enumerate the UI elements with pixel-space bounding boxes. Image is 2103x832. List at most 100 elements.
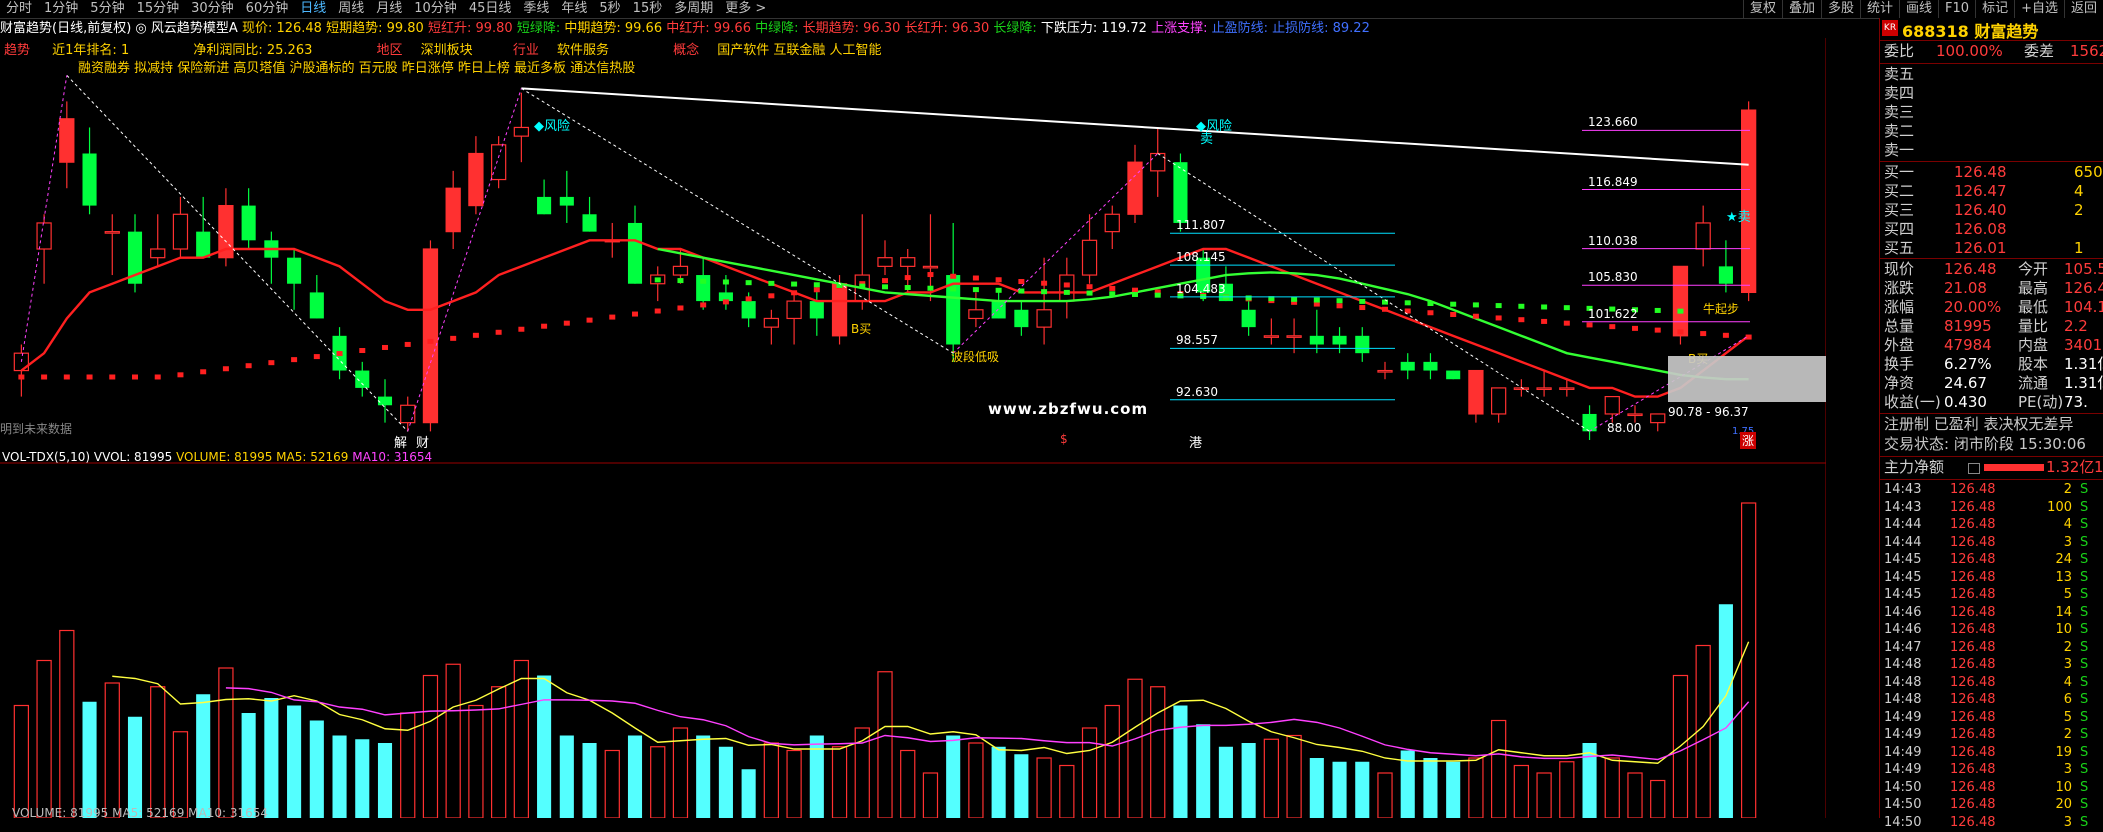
tab-timeframe[interactable]: 5秒 <box>593 0 626 18</box>
kline-chart[interactable]: 130.0125.0120.0115.0110.0105.0100.095.09… <box>0 18 1826 818</box>
short-red-label: 短红升: 99.80 <box>427 21 513 36</box>
sell-level: 卖二 <box>1884 122 1915 140</box>
tab-timeframe[interactable]: 45日线 <box>463 0 518 18</box>
tab-timeframe[interactable]: 月线 <box>370 0 408 18</box>
toolbar-button[interactable]: 统计 <box>1860 0 1899 18</box>
support-dot <box>1359 305 1366 311</box>
buy-volume: 1 <box>2074 239 2084 257</box>
tick-time: 14:49 <box>1884 744 1922 760</box>
toolbar-button[interactable]: 叠加 <box>1781 0 1821 18</box>
tick-side: S <box>2080 587 2089 602</box>
main-flow-value: 1.32亿 <box>2046 458 2095 476</box>
tab-timeframe[interactable]: 周线 <box>332 0 370 18</box>
tab-timeframe[interactable]: 多周期 <box>668 0 719 18</box>
tick-volume: 14 <box>2055 604 2072 620</box>
resistance-dot <box>700 278 707 284</box>
stat-label: 内盘 <box>2018 336 2049 354</box>
tab-timeframe[interactable]: 季线 <box>517 0 555 18</box>
support-dot <box>609 314 616 320</box>
zhang-mark: 涨 <box>1740 432 1757 449</box>
tab-timeframe[interactable]: 15秒 <box>627 0 669 18</box>
tick-volume: 19 <box>2055 744 2072 760</box>
divider <box>1880 40 2103 41</box>
main-label: 财富趋势(日线,前复权) <box>0 21 132 36</box>
tab-timeframe[interactable]: 15分钟 <box>131 0 186 18</box>
main-flow-row[interactable]: 主力净额 1.32亿 14 <box>1884 458 2103 477</box>
tab-timeframe[interactable]: 5分钟 <box>84 0 130 18</box>
support-dot <box>1609 324 1616 330</box>
stat-value: 20.00% <box>1944 298 2002 316</box>
toolbar-button[interactable]: +自选 <box>2014 0 2064 18</box>
highlight-box <box>1668 356 1826 402</box>
tick-side: S <box>2080 604 2089 620</box>
stat-row: 涨幅 20.00% 最低 104.1 <box>1884 298 2103 317</box>
support-dot <box>1109 285 1116 291</box>
tab-timeframe[interactable]: 60分钟 <box>240 0 295 18</box>
tick-price: 126.48 <box>1950 482 1996 497</box>
toolbar-button[interactable]: 复权 <box>1742 0 1782 18</box>
tab-timeframe[interactable]: 1分钟 <box>38 0 84 18</box>
webi-value: 100.00% <box>1936 42 2003 60</box>
toolbar-button[interactable]: F10 <box>1938 0 1975 18</box>
volume-bar <box>332 735 347 818</box>
candle-body <box>172 213 189 250</box>
candle-body <box>1423 361 1438 371</box>
toolbar-button[interactable]: 标记 <box>1975 0 2014 18</box>
toggle-icon[interactable] <box>1968 463 1980 474</box>
candle-body <box>1355 335 1370 354</box>
candle-body <box>1627 413 1643 417</box>
volume-bar <box>786 749 802 818</box>
candle-body <box>877 257 893 267</box>
toolbar-button[interactable]: 画线 <box>1899 0 1938 18</box>
tick-volume: 24 <box>2055 552 2072 567</box>
fib-level-label: 110.038 <box>1588 233 1638 248</box>
tick-time: 14:49 <box>1884 709 1922 725</box>
volume-bar <box>513 659 530 818</box>
tick-price: 126.48 <box>1950 517 1996 532</box>
volume-bar <box>218 667 234 818</box>
fib-level-label: 98.557 <box>1176 333 1218 348</box>
support-dot <box>404 341 411 347</box>
volume-bar <box>1150 686 1166 818</box>
buy-price: 126.48 <box>1954 163 2007 181</box>
tick-row: 14:50 126.48 20 S <box>1884 796 2103 814</box>
tick-volume: 13 <box>2055 569 2072 585</box>
stat-label: 股本 <box>2018 355 2049 373</box>
tick-volume: 5 <box>2063 587 2072 602</box>
candle-fill <box>1127 162 1143 215</box>
buy-label: 买五 <box>1884 239 1915 257</box>
stat-label: 净资 <box>1884 374 1915 392</box>
support-dot <box>745 296 752 302</box>
short-trend-label: 短期趋势: 99.80 <box>326 21 424 36</box>
tick-price: 126.48 <box>1950 569 1996 585</box>
support-dot <box>563 320 570 326</box>
support-dot <box>1382 306 1388 312</box>
tab-timeframe[interactable]: 年线 <box>555 0 593 18</box>
stat-value: 24.67 <box>1944 374 1987 392</box>
tab-timeframe[interactable]: 更多 > <box>719 0 772 18</box>
concept-tag: 概念 <box>673 43 700 58</box>
toolbar-button[interactable]: 返回 <box>2063 0 2103 18</box>
tick-time: 14:45 <box>1884 552 1922 567</box>
industry-value: 软件服务 <box>556 43 609 58</box>
model-label[interactable]: ◎ 风云趋势模型A <box>135 21 237 36</box>
tick-row: 14:43 126.48 2 S <box>1884 481 2103 499</box>
industry-tag: 行业 <box>512 43 539 58</box>
tab-timeframe[interactable]: 10分钟 <box>408 0 463 18</box>
stat-value: 2.2 <box>2064 317 2088 335</box>
support-dot <box>1472 313 1479 319</box>
volume-bar <box>1218 746 1233 818</box>
volume-bar <box>1650 779 1666 818</box>
volume-bar <box>104 682 120 818</box>
indicator-line: 财富趋势(日线,前复权) ◎ 风云趋势模型A 现价: 126.48 短期趋势: … <box>0 20 1826 37</box>
tick-side: S <box>2080 814 2089 830</box>
tab-timeframe[interactable]: 分时 <box>0 0 38 18</box>
tab-timeframe[interactable]: 30分钟 <box>185 0 240 18</box>
tick-side: S <box>2080 657 2089 672</box>
toolbar-button[interactable]: 多股 <box>1820 0 1860 18</box>
tab-timeframe[interactable]: 日线 <box>294 0 332 18</box>
candle-body <box>1513 387 1530 391</box>
tick-row: 14:45 126.48 13 S <box>1884 569 2103 587</box>
long-trend-label: 长期趋势: 96.30 <box>802 21 901 36</box>
candle-body <box>922 265 939 269</box>
